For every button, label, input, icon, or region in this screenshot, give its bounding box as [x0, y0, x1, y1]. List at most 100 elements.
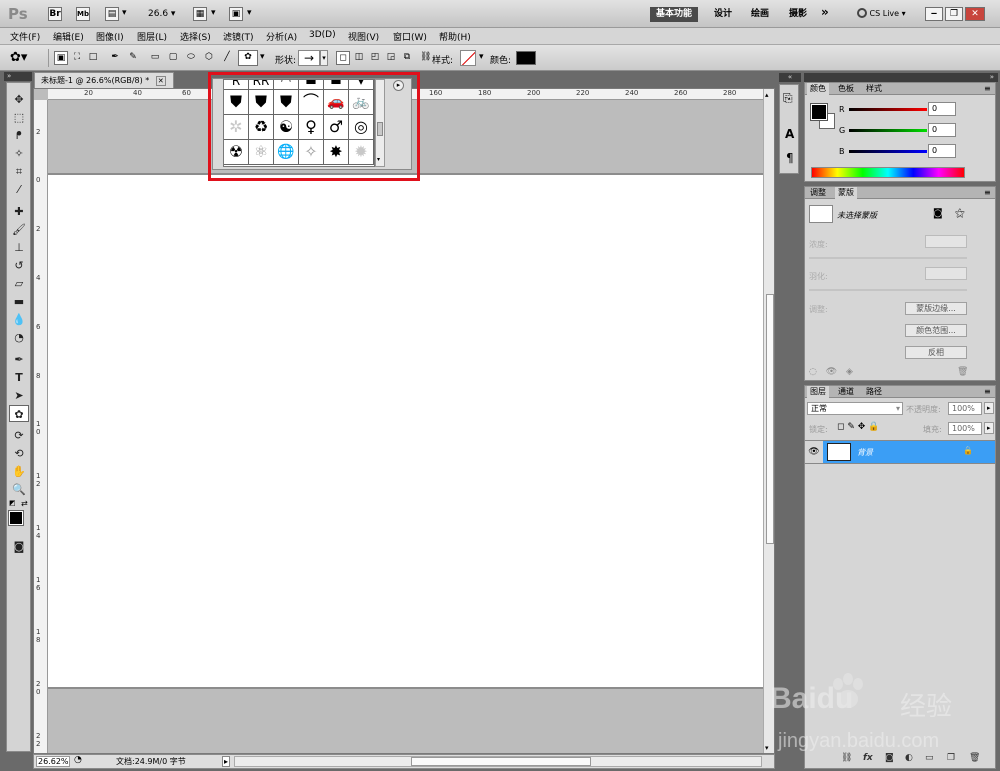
lock-pixels-icon[interactable]: ✎	[847, 422, 855, 432]
menu-file[interactable]: 文件(F)	[10, 30, 40, 43]
fill-field[interactable]: 100%	[948, 422, 982, 435]
polygon-button[interactable]: ⬡	[202, 51, 216, 65]
dodge-tool-icon[interactable]: ◔	[9, 329, 29, 346]
scroll-up-arrow[interactable]: ▴	[765, 91, 769, 99]
apply-mask-icon[interactable]: ◈	[846, 367, 853, 377]
bridge-button[interactable]: Br	[48, 7, 62, 21]
vector-mask-icon[interactable]: ⚝	[955, 208, 965, 219]
eraser-tool-icon[interactable]: ▱	[9, 275, 29, 292]
brush-tool-icon[interactable]: 🖌	[9, 221, 29, 238]
menu-edit[interactable]: 编辑(E)	[53, 30, 84, 43]
foreground-color-swatch[interactable]	[8, 510, 24, 526]
screen-mode-button[interactable]: ▣	[229, 7, 243, 21]
tab-paths[interactable]: 路径	[863, 386, 885, 398]
layer-visibility-eye-icon[interactable]: 👁	[805, 441, 823, 463]
freeform-pen-button[interactable]: ✎	[126, 51, 140, 65]
density-field[interactable]	[925, 235, 967, 248]
quick-select-tool-icon[interactable]: ✧	[9, 145, 29, 162]
combine-button[interactable]: ⧉	[400, 51, 414, 65]
tab-adjustments[interactable]: 调整	[807, 187, 829, 199]
lock-position-icon[interactable]: ✥	[858, 422, 866, 432]
color-spectrum-ramp[interactable]	[811, 167, 965, 178]
gradient-tool-icon[interactable]: ▬	[9, 293, 29, 310]
pen-tool-icon[interactable]: ✒	[9, 351, 29, 368]
tab-masks[interactable]: 蒙版	[835, 187, 857, 199]
vertical-scrollbar[interactable]: ▴ ▾	[763, 89, 774, 753]
minimize-button[interactable]: ‒	[925, 7, 943, 21]
tab-styles[interactable]: 样式	[863, 83, 885, 95]
lasso-tool-icon[interactable]: ᖰ	[9, 127, 29, 144]
workspace-painting[interactable]: 绘画	[745, 7, 775, 22]
view-extras-button[interactable]: ▤	[105, 7, 119, 21]
character-panel-icon[interactable]: A	[785, 127, 794, 141]
layer-name[interactable]: 背景	[857, 447, 873, 458]
opacity-field[interactable]: 100%	[948, 402, 982, 415]
density-slider-track[interactable]	[809, 257, 967, 259]
blue-value-field[interactable]: 0	[928, 144, 956, 158]
visibility-icon[interactable]: 👁	[826, 367, 837, 377]
menu-image[interactable]: 图像(I)	[96, 30, 124, 43]
tab-layers[interactable]: 图层	[807, 386, 829, 398]
load-selection-icon[interactable]: ◌	[809, 367, 817, 377]
horizontal-scroll-thumb[interactable]	[411, 757, 591, 766]
zoom-percent-field[interactable]: 26.62%	[36, 756, 70, 767]
pen-tool-button[interactable]: ✒	[108, 51, 122, 65]
rounded-rect-button[interactable]: ▢	[166, 51, 180, 65]
red-value-field[interactable]: 0	[928, 102, 956, 116]
close-document-icon[interactable]: ✕	[155, 76, 166, 86]
color-range-button[interactable]: 颜色范围...	[905, 324, 967, 337]
panel-menu-icon[interactable]: ≡	[981, 187, 994, 199]
mini-bridge-button[interactable]: Mb	[76, 7, 90, 21]
menu-filter[interactable]: 滤镜(T)	[223, 30, 254, 43]
fill-pixels-button[interactable]: □	[86, 51, 100, 65]
type-tool-icon[interactable]: T	[9, 369, 29, 386]
paragraph-panel-icon[interactable]: ¶	[786, 151, 794, 165]
menu-select[interactable]: 选择(S)	[180, 30, 211, 43]
blue-slider[interactable]	[849, 150, 927, 153]
history-brush-tool-icon[interactable]: ↺	[9, 257, 29, 274]
tool-preset-picker[interactable]: ✿▾	[10, 50, 27, 65]
status-menu-arrow[interactable]: ▸	[222, 756, 231, 767]
lock-all-icon[interactable]: 🔒	[868, 422, 879, 432]
workspace-design[interactable]: 设计	[708, 7, 738, 22]
paths-button[interactable]: ⛶	[70, 51, 84, 65]
3d-orbit-tool-icon[interactable]: ⟲	[9, 445, 29, 462]
menu-layer[interactable]: 图层(L)	[137, 30, 167, 43]
invert-button[interactable]: 反相	[905, 346, 967, 359]
menu-help[interactable]: 帮助(H)	[439, 30, 471, 43]
mask-edge-button[interactable]: 蒙版边缘...	[905, 302, 967, 315]
menu-window[interactable]: 窗口(W)	[393, 30, 427, 43]
workspace-essentials[interactable]: 基本功能	[650, 7, 699, 22]
shape-picker-toggle[interactable]: ▾	[320, 50, 328, 66]
ellipse-button[interactable]: ⬭	[184, 51, 198, 65]
custom-shape-tool-icon[interactable]: ✿	[9, 405, 29, 422]
move-tool-icon[interactable]: ✥	[9, 91, 29, 108]
status-info-icon[interactable]: ◔	[74, 755, 82, 765]
red-slider[interactable]	[849, 108, 927, 111]
foreground-color-swatch[interactable]	[810, 103, 828, 121]
menu-view[interactable]: 视图(V)	[348, 30, 379, 43]
path-selection-tool-icon[interactable]: ➤	[9, 387, 29, 404]
pixel-mask-icon[interactable]: ◙	[933, 208, 943, 219]
panel-menu-icon[interactable]: ≡	[981, 83, 994, 95]
clone-stamp-tool-icon[interactable]: ⊥	[9, 239, 29, 256]
subtract-shape-button[interactable]: ◫	[352, 51, 366, 65]
feather-slider-track[interactable]	[809, 289, 967, 291]
right-panels-header[interactable]: »	[804, 73, 998, 82]
fill-color-swatch[interactable]	[516, 51, 536, 65]
cs-live-button[interactable]: CS Live ▾	[857, 8, 906, 18]
swap-colors-icon[interactable]: ⇄	[21, 499, 28, 508]
menu-3d[interactable]: 3D(D)	[309, 30, 336, 40]
healing-brush-tool-icon[interactable]: ✚	[9, 203, 29, 220]
shape-layers-button[interactable]: ▣	[54, 51, 68, 65]
document-tab[interactable]: 未标题-1 @ 26.6%(RGB/8) * ✕	[34, 72, 174, 88]
horizontal-scrollbar[interactable]	[234, 756, 762, 767]
intersect-shape-button[interactable]: ◰	[368, 51, 382, 65]
panel-menu-icon[interactable]: ≡	[981, 386, 994, 398]
link-icon[interactable]: ⛓	[420, 52, 431, 62]
shape-preview-dropdown[interactable]: →	[298, 50, 320, 66]
quick-mask-icon[interactable]: ◙	[9, 538, 29, 555]
workspace-photography[interactable]: 摄影	[783, 7, 813, 22]
green-slider[interactable]	[849, 129, 927, 132]
rectangle-shape-button[interactable]: ▭	[148, 51, 162, 65]
